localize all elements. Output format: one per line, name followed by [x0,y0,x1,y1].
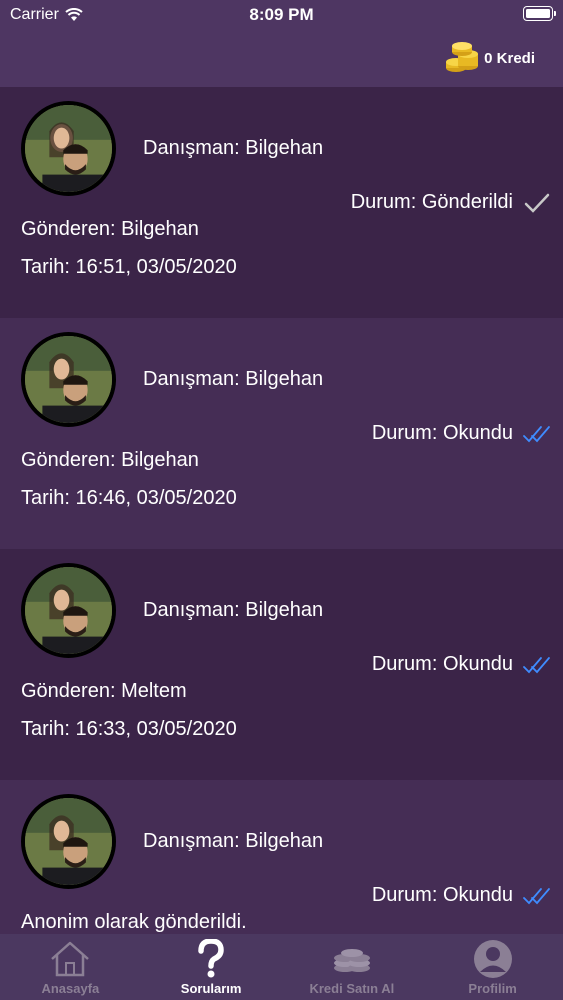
date-label: Tarih: 16:46, 03/05/2020 [21,487,237,509]
status-text: Durum: Okundu [371,422,513,444]
status-bar: Carrier 8:09 PM [0,0,563,30]
tab-home[interactable]: Anasayfa [0,934,141,1000]
question-icon [198,939,224,978]
question-card[interactable]: Danışman: Bilgehan Durum: Okundu Anonim … [0,780,563,934]
single-check-icon [524,193,550,213]
credit-label: 0 Kredi [484,49,535,67]
sender-label: Anonim olarak gönderildi. [21,911,247,933]
home-icon [51,941,90,977]
profile-icon [473,940,512,978]
date-label: Tarih: 16:33, 03/05/2020 [21,718,237,740]
tab-buy-credit[interactable]: Kredi Satın Al [282,934,423,1000]
double-check-icon [523,887,550,904]
status-text: Durum: Okundu [371,884,513,906]
question-status: Durum: Gönderildi [351,191,551,214]
sender-label: Gönderen: Meltem [21,680,187,702]
tab-label: Sorularım [180,981,242,996]
double-check-icon [523,656,550,673]
status-text: Durum: Gönderildi [350,191,513,213]
advisor-name: Danışman: Bilgehan [143,830,324,852]
credit-balance[interactable]: 0 Kredi [444,40,535,76]
question-status: Durum: Okundu [372,653,551,676]
tab-questions[interactable]: Sorularım [141,934,282,1000]
question-card[interactable]: Danışman: Bilgehan Durum: Okundu Göndere… [0,318,563,549]
question-card[interactable]: Danışman: Bilgehan Durum: Okundu Göndere… [0,549,563,780]
question-list[interactable]: Danışman: Bilgehan Durum: Gönderildi Gön… [0,87,563,934]
status-text: Durum: Okundu [371,653,513,675]
advisor-name: Danışman: Bilgehan [143,137,324,159]
tab-label: Kredi Satın Al [309,981,395,996]
tab-bar: Anasayfa Sorularım Kredi Satın Al Profil… [0,934,563,1000]
advisor-avatar [21,563,116,658]
question-status: Durum: Okundu [372,884,551,907]
advisor-avatar [21,794,116,889]
battery-icon [523,6,556,21]
tab-label: Profilim [468,981,517,996]
date-label: Tarih: 16:51, 03/05/2020 [21,256,237,278]
top-bar: Carrier 8:09 PM 0 Kredi [0,0,563,87]
sender-label: Gönderen: Bilgehan [21,218,199,240]
question-card[interactable]: Danışman: Bilgehan Durum: Gönderildi Gön… [0,87,563,318]
double-check-icon [523,425,550,442]
tab-label: Anasayfa [41,981,100,996]
coins-icon [446,42,479,72]
advisor-avatar [21,332,116,427]
advisor-avatar [21,101,116,196]
tab-profile[interactable]: Profilim [422,934,563,1000]
status-time: 8:09 PM [249,5,314,24]
advisor-name: Danışman: Bilgehan [143,599,324,621]
coins-icon [333,949,370,972]
sender-label: Gönderen: Bilgehan [21,449,199,471]
question-status: Durum: Okundu [372,422,551,445]
advisor-name: Danışman: Bilgehan [143,368,324,390]
